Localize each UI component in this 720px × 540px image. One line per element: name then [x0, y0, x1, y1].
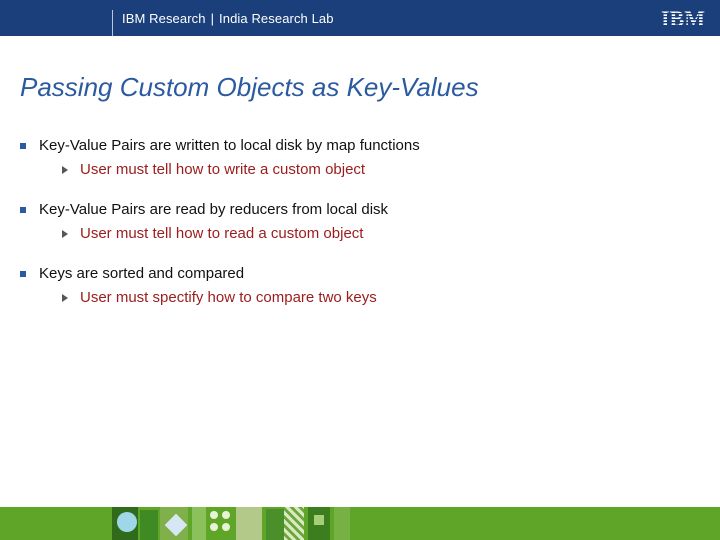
sub-bullet-text: User must tell how to read a custom obje…: [80, 225, 364, 242]
footer-tile: [222, 523, 230, 531]
header-title: IBM Research | India Research Lab: [122, 11, 334, 26]
footer-tile: [192, 507, 206, 540]
header-org: IBM Research: [122, 11, 206, 26]
bullet-item: Keys are sorted and compared: [20, 264, 700, 284]
header-divider: [112, 10, 113, 36]
header-lab: India Research Lab: [219, 11, 334, 26]
square-bullet-icon: [20, 207, 26, 213]
footer-tile: [236, 507, 262, 540]
bullet-group: Keys are sorted and compared User must s…: [20, 264, 700, 308]
bullet-text: Key-Value Pairs are read by reducers fro…: [39, 201, 389, 218]
header-bar: IBM Research | India Research Lab IBM: [0, 0, 720, 36]
sub-bullet-item: User must tell how to read a custom obje…: [20, 224, 700, 244]
bullet-list: Key-Value Pairs are written to local dis…: [20, 136, 700, 328]
bullet-item: Key-Value Pairs are written to local dis…: [20, 136, 700, 156]
slide-title: Passing Custom Objects as Key-Values: [20, 72, 479, 102]
bullet-text: Keys are sorted and compared: [39, 265, 245, 282]
sub-bullet-item: User must tell how to write a custom obj…: [20, 160, 700, 180]
triangle-bullet-icon: [62, 294, 68, 302]
sub-bullet-text: User must tell how to write a custom obj…: [80, 161, 366, 178]
triangle-bullet-icon: [62, 230, 68, 238]
bullet-group: Key-Value Pairs are written to local dis…: [20, 136, 700, 180]
footer-tile: [222, 511, 230, 519]
footer-tile: [314, 515, 324, 525]
bullet-item: Key-Value Pairs are read by reducers fro…: [20, 200, 700, 220]
square-bullet-icon: [20, 271, 26, 277]
footer-tile: [140, 510, 158, 540]
sub-bullet-item: User must spectify how to compare two ke…: [20, 288, 700, 308]
ibm-logo: IBM: [656, 7, 710, 29]
footer-tile: [284, 507, 304, 540]
footer-tile: [210, 511, 218, 519]
square-bullet-icon: [20, 143, 26, 149]
footer-tile: [117, 512, 137, 532]
footer-tile: [210, 523, 218, 531]
footer-tile: [334, 507, 350, 540]
bullet-text: Key-Value Pairs are written to local dis…: [39, 137, 420, 154]
sub-bullet-text: User must spectify how to compare two ke…: [80, 289, 377, 306]
header-separator: |: [210, 11, 215, 26]
bullet-group: Key-Value Pairs are read by reducers fro…: [20, 200, 700, 244]
footer-mosaic-bar: [0, 507, 720, 540]
triangle-bullet-icon: [62, 166, 68, 174]
